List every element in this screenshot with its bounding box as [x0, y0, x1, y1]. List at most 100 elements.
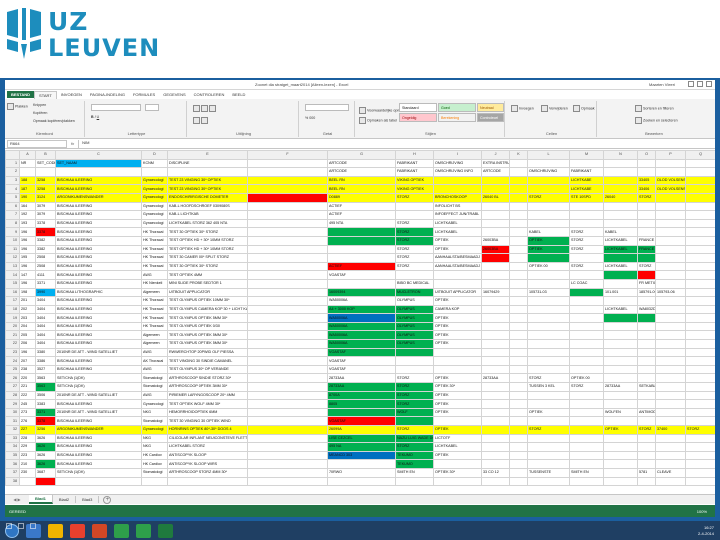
- cell[interactable]: [655, 210, 686, 220]
- cell[interactable]: [569, 364, 604, 375]
- cell[interactable]: [247, 201, 328, 212]
- cell[interactable]: TEST 30 VINGING 30 OPTIEK WIND: [167, 416, 248, 426]
- cell[interactable]: OPTIEK: [527, 407, 570, 418]
- cell[interactable]: [247, 218, 328, 229]
- cell[interactable]: 187: [19, 184, 36, 194]
- cell[interactable]: [655, 227, 686, 237]
- cell[interactable]: [685, 210, 715, 220]
- cell[interactable]: [637, 347, 656, 358]
- cell[interactable]: OPTIEK: [433, 407, 482, 418]
- ribbon-tab-4[interactable]: PAGINA-INDELING: [86, 91, 129, 98]
- cell[interactable]: [655, 399, 686, 409]
- cell[interactable]: 28733AA: [603, 382, 638, 392]
- cell[interactable]: [395, 364, 434, 375]
- slide-menu-icon[interactable]: [30, 523, 36, 529]
- row-number[interactable]: 37: [5, 467, 20, 478]
- cell[interactable]: BISCHIAA ILEERING: [55, 253, 142, 263]
- cell[interactable]: [247, 253, 328, 263]
- cell[interactable]: 495 NA: [327, 442, 396, 452]
- cell[interactable]: BISCHIAA ILEERING: [55, 399, 142, 409]
- cell[interactable]: 105731-03: [527, 287, 570, 298]
- cell[interactable]: LICHTKABE: [569, 175, 604, 186]
- cell[interactable]: [527, 218, 570, 229]
- cell[interactable]: ARGONIKUMENSWANDER: [55, 192, 142, 203]
- cell[interactable]: 3378: [35, 227, 56, 237]
- cell[interactable]: CLEAVE: [655, 467, 686, 478]
- cell[interactable]: BISCHIAA ILEERING: [55, 201, 142, 212]
- cell[interactable]: BISCHIAA ILEERING: [55, 339, 142, 349]
- row-number[interactable]: 12: [5, 253, 20, 263]
- cell[interactable]: BISCHIAA ILEERING: [55, 218, 142, 229]
- cell[interactable]: 3626: [35, 450, 56, 461]
- cell[interactable]: [481, 210, 510, 220]
- cell[interactable]: A4 + 3000 KOP: [327, 304, 396, 315]
- cell[interactable]: WA8032DA: [637, 304, 656, 315]
- cell[interactable]: [685, 296, 715, 306]
- cell[interactable]: [655, 304, 686, 315]
- cell[interactable]: VOASTAF: [327, 416, 396, 426]
- cell[interactable]: [247, 390, 328, 401]
- cell[interactable]: [603, 450, 638, 461]
- cell[interactable]: [527, 356, 570, 366]
- column-header[interactable]: H: [395, 150, 434, 160]
- cell[interactable]: [55, 476, 142, 487]
- taskbar-app-icon[interactable]: [158, 523, 173, 538]
- cell[interactable]: 3383: [35, 399, 56, 409]
- cell[interactable]: TEST OPTIEK WOLF 4MM 30*: [167, 399, 248, 409]
- cell[interactable]: OLYMPUS: [395, 330, 434, 341]
- cell[interactable]: KABEL: [527, 227, 570, 237]
- cell[interactable]: TEST OLYMPUS OPTIEK 5MM 30*: [167, 313, 248, 323]
- column-header[interactable]: A: [19, 150, 36, 160]
- cell[interactable]: [509, 218, 528, 229]
- cell[interactable]: [247, 416, 328, 426]
- cell[interactable]: [527, 339, 570, 349]
- cell[interactable]: [685, 459, 715, 469]
- cell[interactable]: 198: [19, 287, 36, 298]
- cell[interactable]: [395, 356, 434, 366]
- cell[interactable]: STORZ: [395, 253, 434, 263]
- cell[interactable]: SET/CHA (1(DK): [55, 382, 142, 392]
- cell[interactable]: [247, 442, 328, 452]
- sheet-tab-1[interactable]: Blad1: [29, 495, 53, 504]
- cell[interactable]: Stomatologi: [141, 382, 168, 392]
- fx-icon[interactable]: fx: [71, 141, 74, 146]
- cell[interactable]: [685, 382, 715, 392]
- cell[interactable]: WA50006A: [327, 330, 396, 341]
- cell[interactable]: [685, 192, 715, 203]
- cell[interactable]: [247, 467, 328, 478]
- cell[interactable]: [481, 175, 510, 186]
- cell[interactable]: [247, 459, 328, 469]
- cell[interactable]: [527, 330, 570, 341]
- cell[interactable]: [527, 476, 570, 487]
- cell[interactable]: [247, 425, 328, 435]
- cell[interactable]: 273: [19, 407, 36, 418]
- cell[interactable]: BISCHIAA ILEERING: [55, 330, 142, 341]
- column-header[interactable]: K: [509, 150, 528, 160]
- cell[interactable]: OPTIEK 30*: [433, 382, 482, 392]
- cell[interactable]: EXTRA INSTRU: [481, 158, 510, 169]
- cell[interactable]: STORZ: [395, 373, 434, 384]
- cell[interactable]: [655, 476, 686, 487]
- cell[interactable]: MUCLETRON: [395, 287, 434, 298]
- cell[interactable]: [685, 184, 715, 194]
- cell[interactable]: [247, 192, 328, 203]
- cell[interactable]: [655, 356, 686, 366]
- cell[interactable]: [655, 158, 686, 169]
- cell[interactable]: 3258: [35, 175, 56, 186]
- cell[interactable]: [569, 296, 604, 306]
- cell[interactable]: [509, 287, 528, 298]
- cell[interactable]: 188: [19, 175, 36, 186]
- cell[interactable]: ARTHROSCOOP SINDIE STORZ 30*: [167, 373, 248, 384]
- cell[interactable]: [527, 433, 570, 444]
- cell[interactable]: [509, 416, 528, 426]
- column-header[interactable]: O: [637, 150, 656, 160]
- taskbar-app-icon[interactable]: [92, 523, 107, 538]
- cell[interactable]: Gynaecologi: [141, 192, 168, 203]
- cell[interactable]: [481, 227, 510, 237]
- cell[interactable]: [19, 476, 36, 487]
- cell[interactable]: [481, 356, 510, 366]
- cell[interactable]: [569, 210, 604, 220]
- cell[interactable]: [481, 218, 510, 229]
- row-number[interactable]: 36: [5, 459, 20, 469]
- cell[interactable]: [685, 347, 715, 358]
